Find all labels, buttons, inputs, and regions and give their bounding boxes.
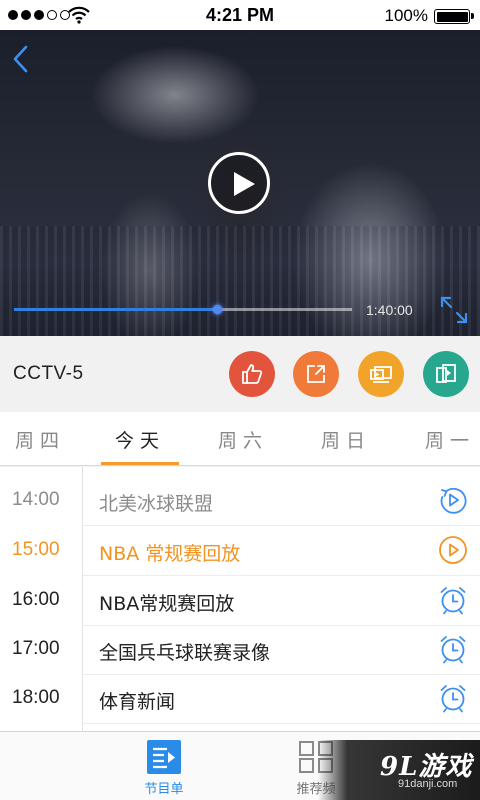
thumbs-up-icon — [242, 364, 263, 384]
tab-monday[interactable]: 周一 — [410, 426, 480, 453]
replay-icon[interactable] — [438, 485, 468, 515]
program-time: 14:00 — [12, 489, 60, 510]
program-time: 15:00 — [12, 539, 60, 560]
list-item[interactable]: 15:00 NBA 常规赛回放 — [0, 527, 480, 576]
chevron-left-icon[interactable] — [10, 44, 32, 74]
fullscreen-icon[interactable] — [438, 294, 470, 326]
program-time: 17:00 — [12, 638, 60, 659]
active-tab-indicator — [101, 462, 179, 465]
program-title: 体育新闻 — [99, 691, 176, 713]
switch-screen-icon — [436, 364, 456, 383]
video-duration: 1:40:00 — [366, 302, 413, 318]
program-title: NBA 常规赛回放 — [99, 543, 241, 565]
program-title: 北美冰球联盟 — [99, 493, 214, 515]
share-button[interactable] — [293, 351, 339, 397]
program-title: NBA常规赛回放 — [99, 593, 235, 615]
list-item[interactable]: 18:00 体育新闻 — [0, 675, 480, 724]
nav-label: 节目单 — [144, 782, 184, 797]
like-button[interactable] — [229, 351, 275, 397]
progress-handle[interactable] — [212, 305, 222, 314]
progress-fill — [14, 308, 217, 311]
nav-program-list[interactable]: 节目单 — [124, 740, 204, 797]
tab-thursday[interactable]: 周四 — [0, 426, 80, 453]
program-list-icon — [147, 740, 181, 774]
share-icon — [307, 365, 325, 383]
progress-bar[interactable] — [14, 305, 352, 314]
channel-bar: CCTV-5 — [0, 336, 480, 412]
video-player[interactable]: 1:40:00 — [0, 30, 480, 336]
alarm-clock-icon[interactable] — [438, 585, 468, 615]
alarm-clock-icon[interactable] — [438, 683, 468, 713]
alarm-clock-icon[interactable] — [438, 634, 468, 664]
video-frame — [0, 226, 480, 336]
channel-name: CCTV-5 — [13, 363, 84, 384]
list-item[interactable]: 14:00 北美冰球联盟 — [0, 477, 480, 526]
watermark: 9L游戏 91danji.com — [318, 740, 480, 800]
play-button[interactable] — [208, 152, 270, 214]
list-item[interactable]: 17:00 全国兵乓球联赛录像 — [0, 626, 480, 675]
tab-sunday[interactable]: 周日 — [306, 426, 386, 453]
watermark-url: 91danji.com — [398, 778, 458, 790]
play-circle-icon[interactable] — [438, 535, 468, 565]
tab-today[interactable]: 今天 — [100, 426, 180, 453]
battery-icon — [434, 9, 474, 24]
program-time: 18:00 — [12, 687, 60, 708]
program-time: 16:00 — [12, 589, 60, 610]
status-bar: 4:21 PM 100% — [0, 0, 480, 30]
day-tabs: 周四 今天 周六 周日 周一 — [0, 412, 480, 466]
cast-button[interactable] — [358, 351, 404, 397]
cast-screen-icon — [370, 366, 392, 383]
switch-screen-button[interactable] — [423, 351, 469, 397]
program-schedule: 14:00 北美冰球联盟 15:00 NBA 常规赛回放 16:00 NBA常规… — [0, 467, 480, 731]
tab-saturday[interactable]: 周六 — [203, 426, 283, 453]
program-title: 全国兵乓球联赛录像 — [99, 642, 271, 664]
battery-percent: 100% — [384, 6, 428, 25]
play-icon — [234, 172, 255, 196]
list-item[interactable]: 16:00 NBA常规赛回放 — [0, 577, 480, 626]
